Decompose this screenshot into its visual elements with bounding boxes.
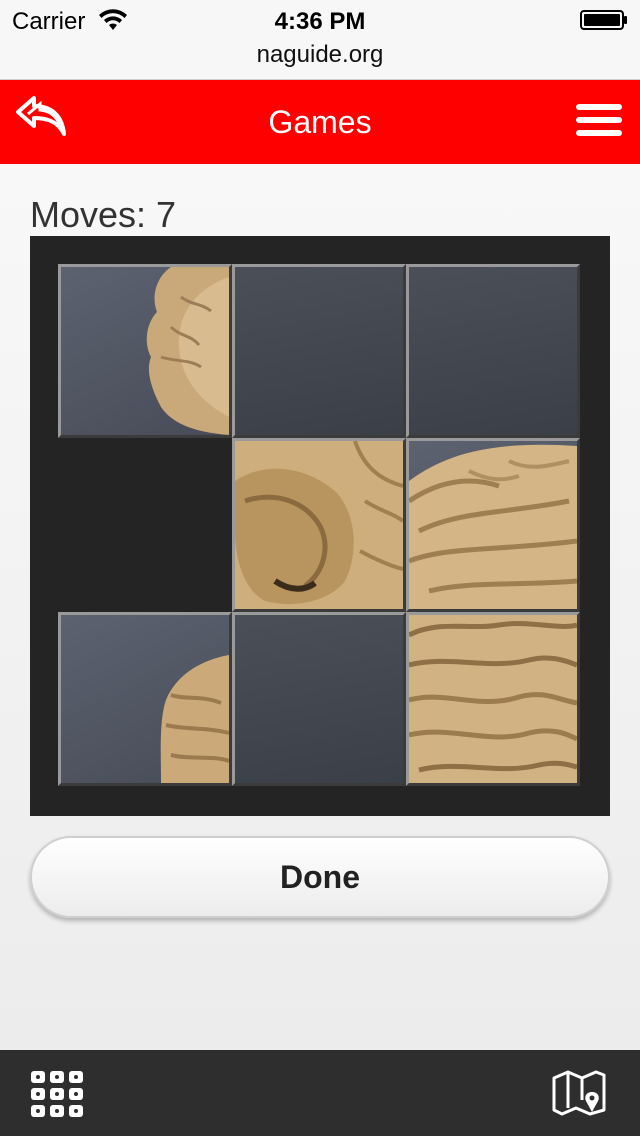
puzzle-tile-background[interactable] (232, 264, 406, 438)
url-bar[interactable]: naguide.org (0, 40, 640, 80)
done-button[interactable]: Done (30, 836, 610, 918)
bottom-toolbar (0, 1050, 640, 1136)
moves-counter: Moves: 7 (30, 194, 177, 235)
puzzle-tile-lion-face[interactable] (232, 438, 406, 612)
puzzle-tile-background[interactable] (232, 612, 406, 786)
page-title: Games (268, 104, 372, 140)
puzzle-tile-lion-lower-left[interactable] (58, 612, 232, 786)
puzzle-tile-lion-head-left[interactable] (58, 264, 232, 438)
hamburger-menu-icon[interactable] (576, 102, 622, 138)
puzzle-tile-background[interactable] (406, 264, 580, 438)
app-header: Games (0, 80, 640, 164)
game-content: Moves: 7 Done (0, 164, 640, 1050)
puzzle-board (30, 236, 610, 816)
clock-time: 4:36 PM (274, 8, 366, 35)
keypad-grid-icon[interactable] (30, 1070, 84, 1118)
puzzle-tile-lion-mane-lower[interactable] (406, 612, 580, 786)
url-text: naguide.org (256, 41, 384, 68)
status-bar: Carrier 4:36 PM (0, 0, 640, 40)
battery-icon (580, 10, 627, 30)
puzzle-tile-lion-mane-right[interactable] (406, 438, 580, 612)
map-location-icon[interactable] (552, 1070, 606, 1116)
